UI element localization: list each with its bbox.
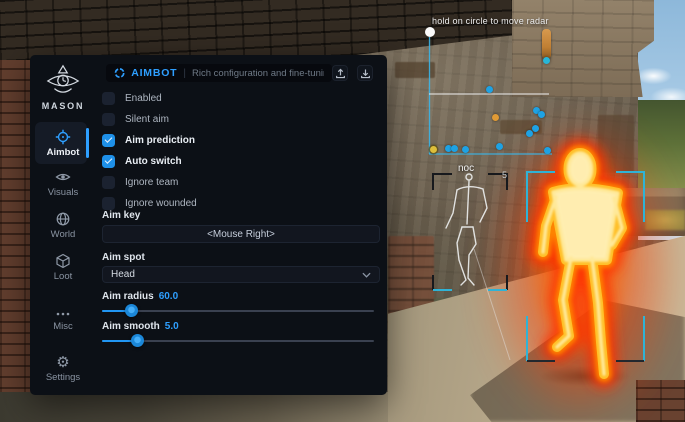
slider-track[interactable] — [102, 310, 374, 313]
cheat-menu-panel: MASON Aimbot Visuals — [30, 55, 387, 395]
toggle-label: Ignore wounded — [125, 198, 197, 209]
aim-spot-label: Aim spot — [102, 252, 145, 263]
toggle-label: Auto switch — [125, 156, 182, 167]
aim-radius-label: Aim radius60.0 — [102, 291, 178, 302]
header-separator: | — [183, 68, 186, 79]
aim-smooth-value: 5.0 — [165, 321, 179, 332]
upload-icon — [335, 68, 346, 79]
radar — [425, 27, 552, 154]
mason-logo-icon — [44, 63, 82, 99]
radar-hint-text: hold on circle to move radar — [432, 16, 549, 26]
sidebar-item-loot[interactable]: Loot — [30, 253, 96, 282]
item-marker-dot — [543, 57, 550, 64]
crosshair-icon — [55, 129, 71, 145]
aim-spot-dropdown[interactable]: Head — [102, 266, 380, 283]
checkbox[interactable] — [102, 92, 115, 105]
skeleton-bracket — [433, 174, 507, 290]
sidebar-label: Settings — [30, 372, 96, 383]
radar-move-handle[interactable] — [425, 27, 435, 37]
sidebar-label: Misc — [30, 321, 96, 332]
slider-knob[interactable] — [131, 334, 144, 347]
checkbox[interactable] — [102, 197, 115, 210]
sidebar-label: World — [30, 229, 96, 240]
toggle-label: Ignore team — [125, 177, 178, 188]
sidebar-item-settings[interactable]: ⚙ Settings — [30, 356, 96, 383]
toggle-aim-prediction[interactable]: Aim prediction — [102, 131, 195, 149]
player-distance-label: 5 — [502, 170, 507, 180]
loot-box-icon — [55, 253, 71, 269]
aim-key-label: Aim key — [102, 210, 140, 221]
sidebar-label: Loot — [30, 271, 96, 282]
eye-icon — [55, 169, 71, 185]
sidebar-item-world[interactable]: World — [30, 211, 96, 240]
player-name-label: noc — [458, 163, 474, 174]
aim-smooth-slider[interactable] — [102, 334, 374, 347]
download-icon — [360, 68, 371, 79]
sidebar-item-misc[interactable]: Misc — [30, 309, 96, 332]
chevron-down-icon — [362, 272, 371, 278]
toggle-silent-aim[interactable]: Silent aim — [102, 110, 169, 128]
checkbox[interactable] — [102, 134, 115, 147]
aim-smooth-label: Aim smooth5.0 — [102, 321, 179, 332]
brand-label: MASON — [30, 101, 96, 111]
aim-radius-slider[interactable] — [102, 304, 374, 317]
section-subtitle: Rich configuration and fine-tuning — [192, 68, 324, 79]
checkbox[interactable] — [102, 113, 115, 126]
aim-spot-value: Head — [111, 269, 135, 280]
section-title: AIMBOT — [131, 67, 177, 79]
toggle-label: Enabled — [125, 93, 162, 104]
toggle-label: Silent aim — [125, 114, 169, 125]
sidebar-label: Aimbot — [30, 147, 96, 158]
sidebar-item-aimbot[interactable]: Aimbot — [30, 129, 96, 158]
gear-icon: ⚙ — [30, 356, 96, 370]
sidebar-item-visuals[interactable]: Visuals — [30, 169, 96, 198]
toggle-label: Aim prediction — [125, 135, 195, 146]
section-header: AIMBOT | Rich configuration and fine-tun… — [106, 64, 332, 82]
checkbox[interactable] — [102, 155, 115, 168]
hanging-item — [542, 29, 551, 59]
checkbox[interactable] — [102, 176, 115, 189]
skeleton-esp — [446, 174, 487, 285]
toggle-ignore-team[interactable]: Ignore team — [102, 173, 178, 191]
import-config-button[interactable] — [357, 65, 373, 81]
globe-icon — [55, 211, 71, 227]
toggle-enabled[interactable]: Enabled — [102, 89, 162, 107]
aim-key-bind-button[interactable]: <Mouse Right> — [102, 225, 380, 243]
aimbot-ring-icon — [114, 67, 125, 79]
ellipsis-icon — [55, 309, 71, 319]
slider-knob[interactable] — [125, 304, 138, 317]
sidebar-label: Visuals — [30, 187, 96, 198]
export-config-button[interactable] — [332, 65, 348, 81]
aim-radius-value: 60.0 — [159, 291, 178, 302]
game-screen: hold on circle to move radar noc 5 MASON — [0, 0, 685, 422]
toggle-auto-switch[interactable]: Auto switch — [102, 152, 182, 170]
